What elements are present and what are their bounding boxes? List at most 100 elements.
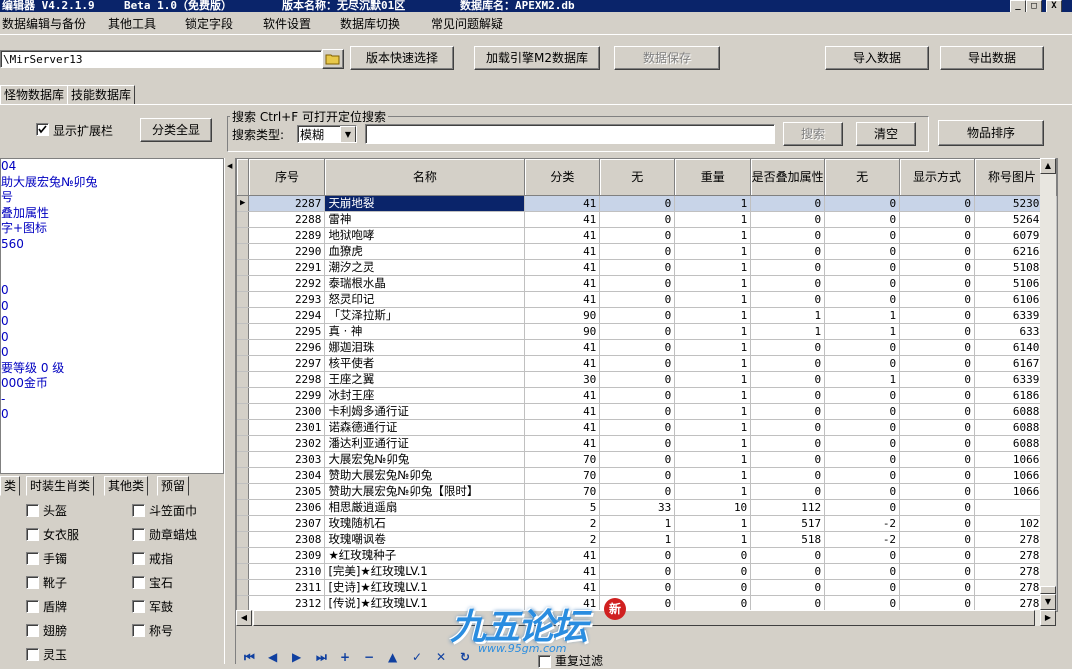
table-cell[interactable]: 70 bbox=[524, 451, 601, 468]
save-data-button[interactable]: 数据保存 bbox=[614, 46, 720, 70]
table-cell[interactable]: 0 bbox=[824, 403, 901, 420]
table-row[interactable]: 2308 玫瑰嘲讽卷 2 1 1 518 -2 0 2780 bbox=[237, 531, 1057, 548]
table-cell[interactable]: 0 bbox=[750, 483, 826, 500]
table-cell[interactable]: 泰瑞根水晶 bbox=[324, 275, 526, 292]
equip-checkbox-l-1[interactable] bbox=[26, 528, 39, 541]
table-cell[interactable]: 2302 bbox=[248, 435, 326, 452]
row-indicator[interactable] bbox=[237, 387, 250, 404]
table-cell[interactable]: -2 bbox=[824, 531, 901, 548]
table-cell[interactable]: 0 bbox=[599, 323, 676, 340]
table-cell[interactable]: 诺森德通行证 bbox=[324, 419, 526, 436]
table-cell[interactable]: 61671 bbox=[974, 355, 1051, 372]
table-cell[interactable]: 1 bbox=[750, 307, 826, 324]
table-cell[interactable]: 10660 bbox=[974, 451, 1051, 468]
grid-horizontal-scrollbar[interactable]: ◀ ▶ bbox=[236, 610, 1056, 626]
table-cell[interactable]: 7 bbox=[974, 499, 1051, 516]
table-cell[interactable]: 61860 bbox=[974, 387, 1051, 404]
row-indicator[interactable] bbox=[237, 355, 250, 372]
equip-checkbox-l-4[interactable] bbox=[26, 600, 39, 613]
table-cell[interactable]: 2780 bbox=[974, 563, 1051, 580]
table-cell[interactable]: 0 bbox=[824, 211, 901, 228]
clear-button[interactable]: 清空 bbox=[856, 122, 916, 146]
table-cell[interactable]: 1 bbox=[674, 387, 752, 404]
row-indicator[interactable] bbox=[237, 323, 250, 340]
grid-column-header[interactable]: 序号 bbox=[248, 159, 326, 196]
table-cell[interactable]: 10 bbox=[674, 499, 752, 516]
table-cell[interactable]: 5 bbox=[524, 499, 601, 516]
table-cell[interactable]: 0 bbox=[824, 563, 901, 580]
row-indicator[interactable] bbox=[237, 275, 250, 292]
grid-column-header[interactable]: 是否叠加属性 bbox=[750, 159, 826, 196]
table-cell[interactable]: 2780 bbox=[974, 547, 1051, 564]
table-cell[interactable]: 6339 bbox=[974, 323, 1051, 340]
table-cell[interactable]: 10660 bbox=[974, 467, 1051, 484]
table-cell[interactable]: 0 bbox=[899, 323, 975, 340]
row-indicator[interactable] bbox=[237, 515, 250, 532]
table-cell[interactable]: 0 bbox=[899, 307, 975, 324]
table-cell[interactable]: 0 bbox=[750, 547, 826, 564]
table-cell[interactable]: 1 bbox=[599, 515, 676, 532]
menu-faq[interactable]: 常见问题解疑 bbox=[431, 15, 503, 32]
search-input[interactable] bbox=[365, 124, 775, 144]
table-cell[interactable]: 0 bbox=[750, 211, 826, 228]
table-cell[interactable]: 1 bbox=[674, 323, 752, 340]
grid-column-header[interactable]: 分类 bbox=[524, 159, 601, 196]
row-indicator[interactable] bbox=[237, 227, 250, 244]
row-indicator[interactable] bbox=[237, 579, 250, 596]
grid-column-header[interactable]: 重量 bbox=[674, 159, 752, 196]
table-cell[interactable]: 真 · 神 bbox=[324, 323, 526, 340]
table-cell[interactable]: 41 bbox=[524, 195, 601, 212]
table-cell[interactable]: 0 bbox=[899, 355, 975, 372]
table-cell[interactable]: 核平使者 bbox=[324, 355, 526, 372]
table-cell[interactable]: 0 bbox=[750, 579, 826, 596]
table-cell[interactable]: 2780 bbox=[974, 531, 1051, 548]
table-cell[interactable]: 怒灵印记 bbox=[324, 291, 526, 308]
table-row[interactable]: 2294 「艾泽拉斯」 90 0 1 1 1 0 63390 bbox=[237, 307, 1057, 324]
table-cell[interactable]: 0 bbox=[824, 467, 901, 484]
table-cell[interactable]: 0 bbox=[824, 355, 901, 372]
table-cell[interactable]: 0 bbox=[674, 563, 752, 580]
equip-checkbox-r-2[interactable] bbox=[132, 552, 145, 565]
table-cell[interactable]: 0 bbox=[899, 243, 975, 260]
row-indicator[interactable] bbox=[237, 291, 250, 308]
table-cell[interactable]: 2311 bbox=[248, 579, 326, 596]
equip-checkbox-r-3[interactable] bbox=[132, 576, 145, 589]
table-cell[interactable]: 30 bbox=[524, 371, 601, 388]
table-cell[interactable]: 0 bbox=[750, 467, 826, 484]
table-row[interactable]: 2291 潮汐之灵 41 0 1 0 0 0 51081 bbox=[237, 259, 1057, 276]
table-cell[interactable]: ★红玫瑰种子 bbox=[324, 547, 526, 564]
table-row[interactable]: 2307 玫瑰随机石 2 1 1 517 -2 0 1025 bbox=[237, 515, 1057, 532]
table-cell[interactable]: 0 bbox=[599, 291, 676, 308]
table-cell[interactable]: 玫瑰随机石 bbox=[324, 515, 526, 532]
scroll-h-thumb[interactable] bbox=[253, 610, 1035, 626]
row-indicator[interactable] bbox=[237, 547, 250, 564]
table-cell[interactable]: 0 bbox=[824, 275, 901, 292]
menu-lock-fields[interactable]: 锁定字段 bbox=[185, 15, 233, 32]
table-row[interactable]: 2303 大展宏兔№卯兔 70 0 1 0 0 0 10660 bbox=[237, 451, 1057, 468]
equip-checkbox-r-5[interactable] bbox=[132, 624, 145, 637]
table-cell[interactable]: 雷神 bbox=[324, 211, 526, 228]
table-cell[interactable]: 0 bbox=[899, 195, 975, 212]
table-cell[interactable]: 41 bbox=[524, 419, 601, 436]
table-cell[interactable]: 2310 bbox=[248, 563, 326, 580]
export-data-button[interactable]: 导出数据 bbox=[940, 46, 1044, 70]
table-row[interactable]: 2301 诺森德通行证 41 0 1 0 0 0 60882 bbox=[237, 419, 1057, 436]
table-cell[interactable]: 2 bbox=[524, 515, 601, 532]
insert-icon[interactable]: + bbox=[340, 650, 350, 664]
row-indicator[interactable] bbox=[237, 403, 250, 420]
table-cell[interactable]: 1 bbox=[674, 419, 752, 436]
row-indicator[interactable] bbox=[237, 211, 250, 228]
minimize-icon[interactable]: _ bbox=[1010, 0, 1026, 12]
import-data-button[interactable]: 导入数据 bbox=[825, 46, 929, 70]
table-cell[interactable]: 潮汐之灵 bbox=[324, 259, 526, 276]
grid-column-header[interactable]: 名称 bbox=[324, 159, 526, 196]
equip-checkbox-l-3[interactable] bbox=[26, 576, 39, 589]
table-cell[interactable]: 60791 bbox=[974, 227, 1051, 244]
table-cell[interactable]: 0 bbox=[824, 547, 901, 564]
item-sort-button[interactable]: 物品排序 bbox=[938, 120, 1044, 146]
tab-monster-db[interactable]: 怪物数据库 bbox=[0, 85, 69, 105]
table-cell[interactable]: 0 bbox=[899, 499, 975, 516]
table-cell[interactable]: 2303 bbox=[248, 451, 326, 468]
table-cell[interactable]: 41 bbox=[524, 211, 601, 228]
table-cell[interactable]: 0 bbox=[599, 211, 676, 228]
